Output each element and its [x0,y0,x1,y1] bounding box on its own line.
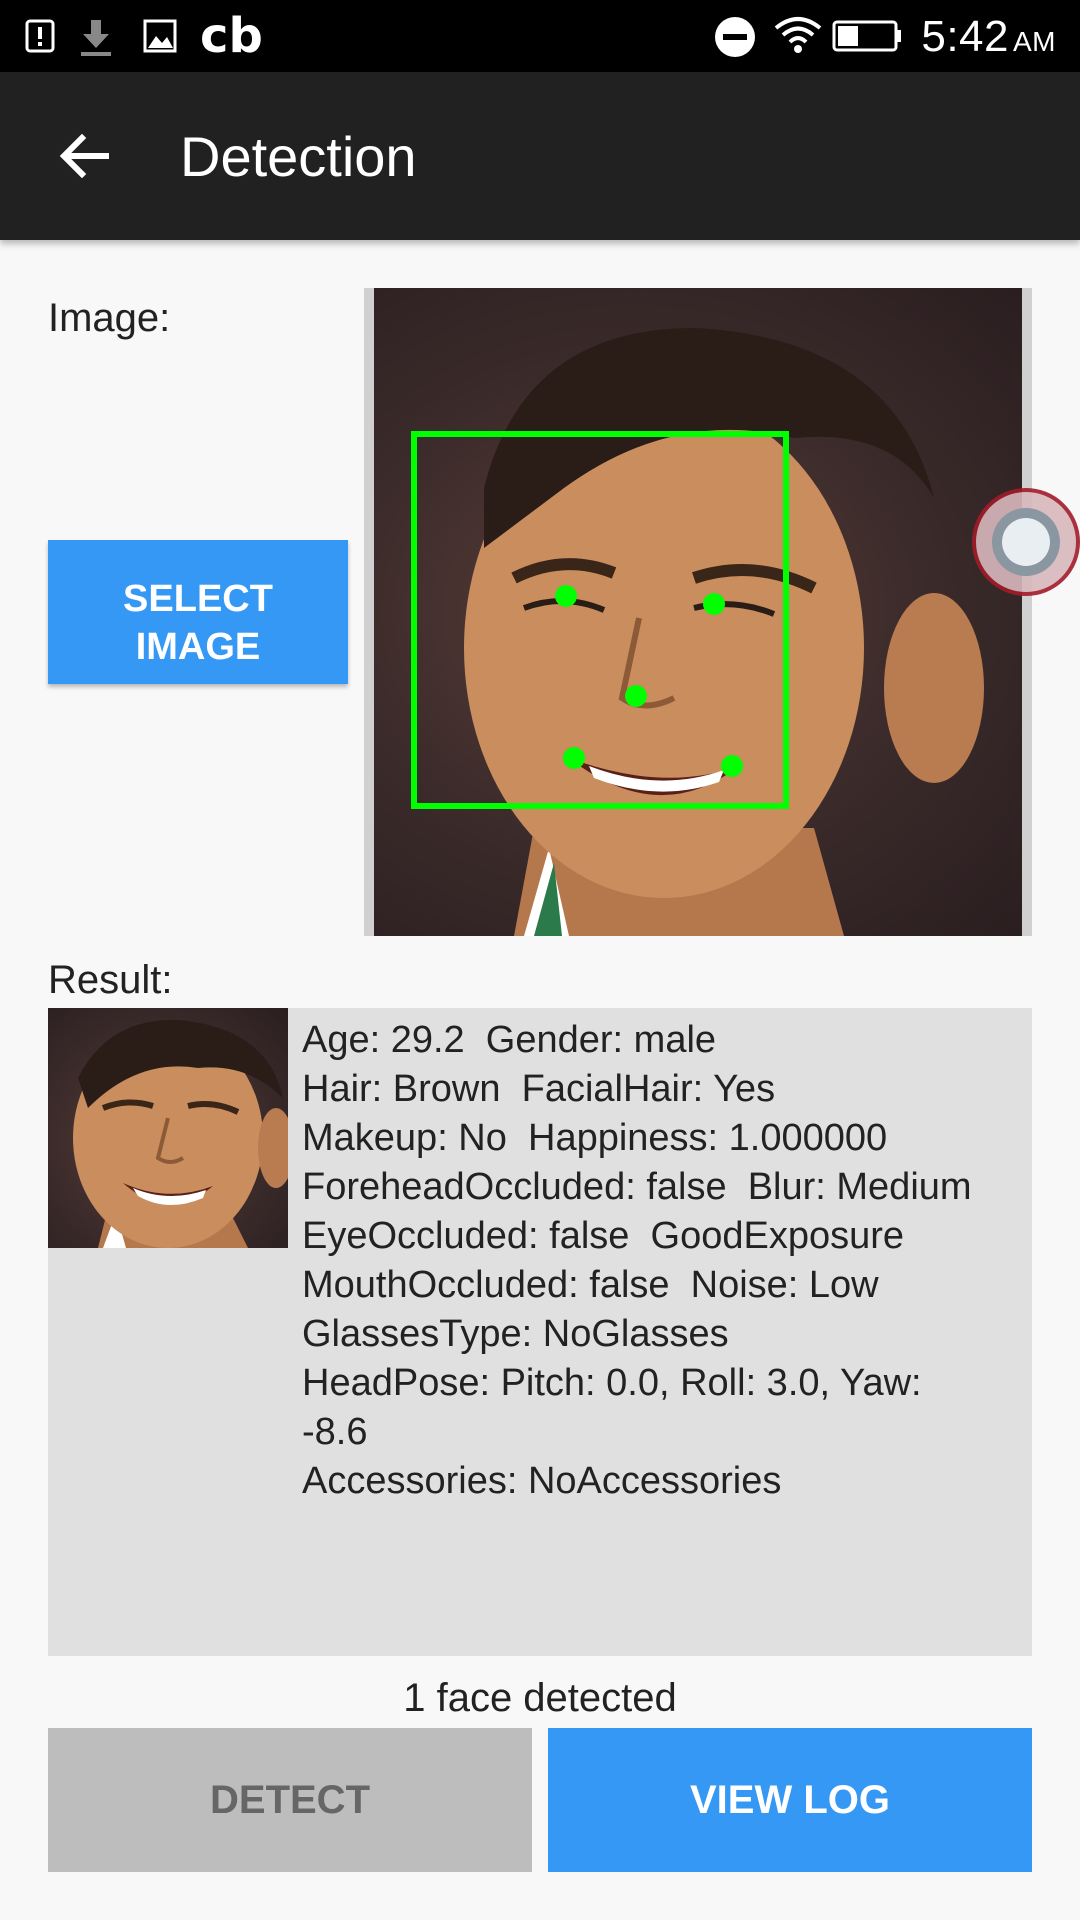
view-log-button[interactable]: VIEW LOG [548,1728,1032,1872]
time-text: 5:42 [921,12,1009,61]
result-line: Hair: Brown FacialHair: Yes [302,1068,776,1110]
landmark-nose [625,685,647,707]
face-illustration [411,328,984,936]
landmark-left-eye [555,585,577,607]
ampm-text: AM [1013,26,1056,57]
result-line: Accessories: NoAccessories [302,1460,782,1502]
landmark-mouth-left [563,747,585,769]
result-line: ForeheadOccluded: false Blur: Medium [302,1166,972,1208]
battery-icon [832,20,902,57]
result-line: -8.6 [302,1411,368,1453]
landmark-mouth-right [721,755,743,777]
result-line: HeadPose: Pitch: 0.0, Roll: 3.0, Yaw: [302,1362,922,1404]
face-thumbnail [48,1008,288,1248]
result-line: MouthOccluded: false Noise: Low [302,1264,879,1306]
detect-button[interactable]: DETECT [48,1728,532,1872]
floating-assist-button[interactable] [972,488,1080,601]
result-line: GlassesType: NoGlasses [302,1313,729,1355]
result-panel: Age: 29.2 Gender: male Hair: Brown Facia… [48,1008,1032,1656]
face-photo [374,288,1022,936]
app-bar: Detection [0,72,1080,240]
cb-app-icon: cb [200,8,263,64]
dnd-icon [714,16,756,63]
select-image-label: SELECT IMAGE [123,577,273,668]
alert-icon [22,18,58,59]
select-image-button[interactable]: SELECT IMAGE [48,540,348,684]
status-bar: cb 5:42 AM [0,0,1080,72]
page-title: Detection [180,125,417,188]
result-details: Age: 29.2 Gender: male Hair: Brown Facia… [302,1016,1032,1506]
landmark-right-eye [703,593,725,615]
result-line: Makeup: No Happiness: 1.000000 [302,1117,888,1159]
image-label: Image: [48,296,171,340]
result-line: Age: 29.2 Gender: male [302,1019,717,1061]
status-time: 5:42 AM [921,12,1056,62]
image-icon [142,18,178,59]
result-label: Result: [48,958,173,1002]
wifi-icon [774,16,822,61]
result-line: EyeOccluded: false GoodExposure [302,1215,905,1257]
image-frame [364,288,1032,936]
arrow-back-icon[interactable] [56,128,112,189]
download-icon [78,18,114,63]
faces-detected-text: 1 face detected [403,1676,677,1720]
